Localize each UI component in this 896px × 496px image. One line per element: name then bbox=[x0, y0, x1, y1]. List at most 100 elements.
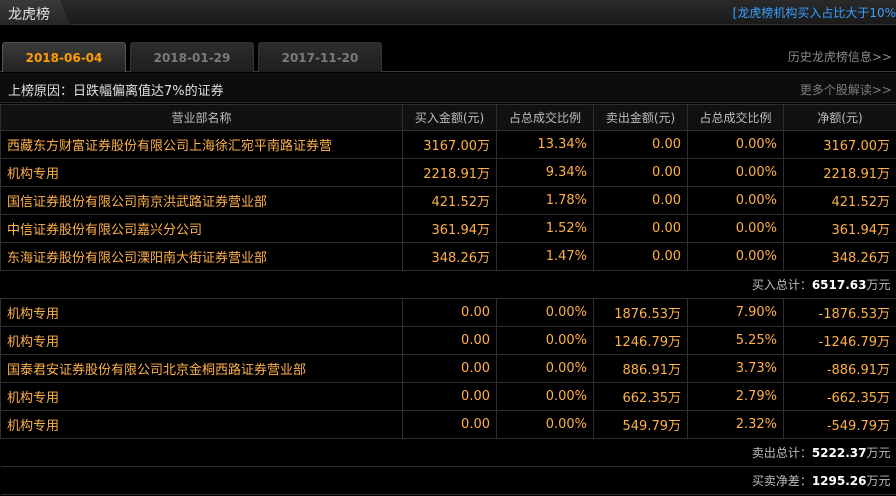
buy-net-amount: 2218.91万 bbox=[783, 158, 896, 187]
col-header-net: 净额(元) bbox=[783, 104, 896, 131]
buy-buy-amount: 3167.00万 bbox=[402, 130, 497, 159]
buy-sell-ratio: 0.00% bbox=[687, 214, 784, 243]
buy-row[interactable]: 机构专用 2218.91万 9.34% 0.00 0.00% 2218.91万 bbox=[0, 158, 896, 187]
sell-sell-amount: 1246.79万 bbox=[593, 326, 688, 355]
col-header-buy-ratio: 占总成交比例 bbox=[496, 104, 594, 131]
sell-branch-name[interactable]: 机构专用 bbox=[0, 326, 403, 355]
sell-row[interactable]: 机构专用 0.00 0.00% 1876.53万 7.90% -1876.53万 bbox=[0, 298, 896, 327]
sell-buy-ratio: 0.00% bbox=[496, 410, 594, 439]
institution-buy-link[interactable]: [龙虎榜机构买入占比大于10% bbox=[733, 4, 896, 21]
sell-net-amount: -662.35万 bbox=[783, 382, 896, 411]
sell-buy-ratio: 0.00% bbox=[496, 326, 594, 355]
sell-total-unit: 万元 bbox=[866, 446, 891, 460]
buy-buy-amount: 2218.91万 bbox=[402, 158, 497, 187]
buy-total-unit: 万元 bbox=[866, 278, 891, 292]
buy-branch-name[interactable]: 西藏东方财富证券股份有限公司上海徐汇宛平南路证券营 bbox=[0, 130, 403, 159]
buy-net-amount: 421.52万 bbox=[783, 186, 896, 215]
sell-sell-ratio: 5.25% bbox=[687, 326, 784, 355]
listing-reason-row: 上榜原因：日跌幅偏离值达7%的证券 更多个股解读>> bbox=[0, 73, 896, 103]
listing-reason: 上榜原因：日跌幅偏离值达7%的证券 bbox=[8, 84, 224, 99]
buy-sell-ratio: 0.00% bbox=[687, 130, 784, 159]
buy-row[interactable]: 西藏东方财富证券股份有限公司上海徐汇宛平南路证券营 3167.00万 13.34% 0… bbox=[0, 130, 896, 159]
sell-sell-amount: 886.91万 bbox=[593, 354, 688, 383]
net-total-label: 买卖净差： bbox=[751, 474, 812, 488]
sell-total: 卖出总计：5222.37万元 bbox=[0, 438, 896, 467]
sell-net-amount: -1876.53万 bbox=[783, 298, 896, 327]
buy-total-row: 买入总计：6517.63万元 bbox=[0, 270, 896, 299]
buy-branch-name[interactable]: 机构专用 bbox=[0, 158, 403, 187]
buy-sell-amount: 0.00 bbox=[593, 242, 688, 271]
buy-buy-ratio: 9.34% bbox=[496, 158, 594, 187]
sell-branch-name[interactable]: 机构专用 bbox=[0, 298, 403, 327]
col-header-sell-amount: 卖出金额(元) bbox=[593, 104, 688, 131]
sell-buy-ratio: 0.00% bbox=[496, 298, 594, 327]
sell-buy-ratio: 0.00% bbox=[496, 382, 594, 411]
tab-date-3[interactable]: 2017-11-20 bbox=[258, 42, 382, 72]
buy-sell-amount: 0.00 bbox=[593, 214, 688, 243]
top-bar: 龙虎榜 [龙虎榜机构买入占比大于10% bbox=[0, 0, 896, 25]
buy-branch-name[interactable]: 国信证券股份有限公司南京洪武路证券营业部 bbox=[0, 186, 403, 215]
net-total-unit: 万元 bbox=[866, 474, 891, 488]
sell-net-amount: -549.79万 bbox=[783, 410, 896, 439]
buy-buy-ratio: 1.52% bbox=[496, 214, 594, 243]
sell-net-amount: -886.91万 bbox=[783, 354, 896, 383]
sell-buy-ratio: 0.00% bbox=[496, 354, 594, 383]
sell-total-value: 5222.37 bbox=[811, 446, 867, 460]
net-total: 买卖净差：1295.26万元 bbox=[0, 466, 896, 495]
buy-sell-ratio: 0.00% bbox=[687, 186, 784, 215]
buy-net-amount: 3167.00万 bbox=[783, 130, 896, 159]
sell-sell-ratio: 2.79% bbox=[687, 382, 784, 411]
sell-buy-amount: 0.00 bbox=[402, 382, 497, 411]
sell-sell-ratio: 2.32% bbox=[687, 410, 784, 439]
buy-branch-name[interactable]: 中信证券股份有限公司嘉兴分公司 bbox=[0, 214, 403, 243]
buy-sell-amount: 0.00 bbox=[593, 130, 688, 159]
buy-buy-ratio: 1.47% bbox=[496, 242, 594, 271]
tab-date-2[interactable]: 2018-01-29 bbox=[130, 42, 254, 72]
sell-sell-ratio: 7.90% bbox=[687, 298, 784, 327]
sell-branch-name[interactable]: 机构专用 bbox=[0, 382, 403, 411]
sell-total-row: 卖出总计：5222.37万元 bbox=[0, 438, 896, 467]
col-header-branch: 营业部名称 bbox=[0, 104, 403, 131]
buy-sell-amount: 0.00 bbox=[593, 186, 688, 215]
col-header-sell-ratio: 占总成交比例 bbox=[687, 104, 784, 131]
dragon-tiger-table: 营业部名称 买入金额(元) 占总成交比例 卖出金额(元) 占总成交比例 净额(元… bbox=[0, 104, 896, 495]
net-total-row: 买卖净差：1295.26万元 bbox=[0, 466, 896, 495]
sell-net-amount: -1246.79万 bbox=[783, 326, 896, 355]
buy-buy-amount: 421.52万 bbox=[402, 186, 497, 215]
sell-branch-name[interactable]: 机构专用 bbox=[0, 410, 403, 439]
buy-total: 买入总计：6517.63万元 bbox=[0, 270, 896, 299]
sell-sell-amount: 1876.53万 bbox=[593, 298, 688, 327]
buy-total-value: 6517.63 bbox=[811, 278, 867, 292]
sell-branch-name[interactable]: 国泰君安证券股份有限公司北京金桐西路证券营业部 bbox=[0, 354, 403, 383]
sell-buy-amount: 0.00 bbox=[402, 298, 497, 327]
buy-buy-ratio: 13.34% bbox=[496, 130, 594, 159]
buy-row[interactable]: 东海证券股份有限公司溧阳南大街证券营业部 348.26万 1.47% 0.00 0.00… bbox=[0, 242, 896, 271]
table-header-row: 营业部名称 买入金额(元) 占总成交比例 卖出金额(元) 占总成交比例 净额(元… bbox=[0, 104, 896, 131]
sell-sell-amount: 549.79万 bbox=[593, 410, 688, 439]
sell-row[interactable]: 机构专用 0.00 0.00% 549.79万 2.32% -549.79万 bbox=[0, 410, 896, 439]
sell-total-label: 卖出总计： bbox=[751, 446, 812, 460]
buy-branch-name[interactable]: 东海证券股份有限公司溧阳南大街证券营业部 bbox=[0, 242, 403, 271]
buy-net-amount: 348.26万 bbox=[783, 242, 896, 271]
sell-row[interactable]: 机构专用 0.00 0.00% 1246.79万 5.25% -1246.79万 bbox=[0, 326, 896, 355]
buy-net-amount: 361.94万 bbox=[783, 214, 896, 243]
tab-date-1[interactable]: 2018-06-04 bbox=[2, 42, 126, 72]
buy-row[interactable]: 国信证券股份有限公司南京洪武路证券营业部 421.52万 1.78% 0.00 0.00… bbox=[0, 186, 896, 215]
page-title: 龙虎榜 bbox=[8, 7, 50, 23]
sell-row[interactable]: 国泰君安证券股份有限公司北京金桐西路证券营业部 0.00 0.00% 886.91万 3… bbox=[0, 354, 896, 383]
col-header-buy-amount: 买入金额(元) bbox=[402, 104, 497, 131]
sell-buy-amount: 0.00 bbox=[402, 326, 497, 355]
buy-row[interactable]: 中信证券股份有限公司嘉兴分公司 361.94万 1.52% 0.00 0.00% 361.… bbox=[0, 214, 896, 243]
date-tab-bar: 2018-06-04 2018-01-29 2017-11-20 历史龙虎榜信息… bbox=[0, 42, 896, 72]
sell-sell-amount: 662.35万 bbox=[593, 382, 688, 411]
history-link[interactable]: 历史龙虎榜信息>> bbox=[788, 48, 892, 65]
sell-row[interactable]: 机构专用 0.00 0.00% 662.35万 2.79% -662.35万 bbox=[0, 382, 896, 411]
buy-buy-amount: 348.26万 bbox=[402, 242, 497, 271]
buy-sell-ratio: 0.00% bbox=[687, 158, 784, 187]
buy-buy-ratio: 1.78% bbox=[496, 186, 594, 215]
buy-sell-ratio: 0.00% bbox=[687, 242, 784, 271]
sell-buy-amount: 0.00 bbox=[402, 354, 497, 383]
buy-total-label: 买入总计： bbox=[751, 278, 812, 292]
sell-buy-amount: 0.00 bbox=[402, 410, 497, 439]
more-analysis-link[interactable]: 更多个股解读>> bbox=[800, 81, 892, 98]
